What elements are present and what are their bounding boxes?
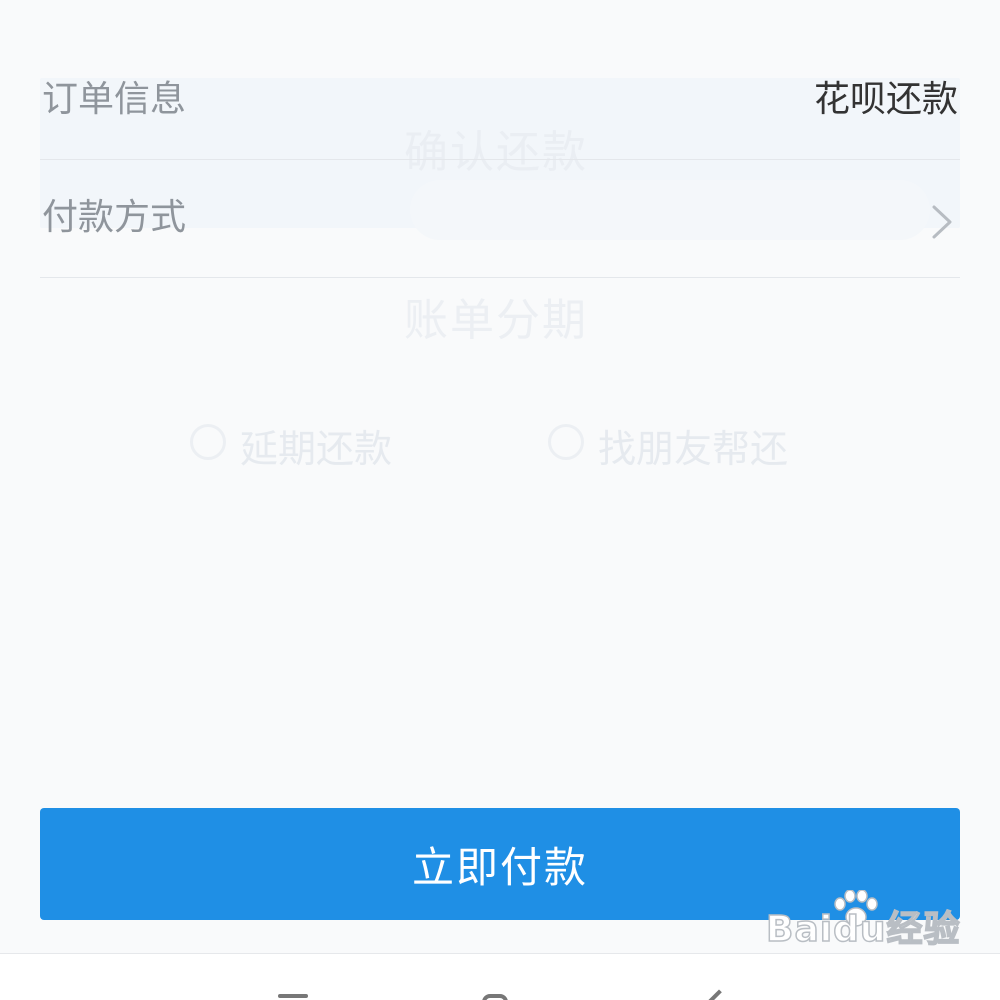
menu-button[interactable] bbox=[278, 994, 318, 1000]
chevron-right-icon bbox=[932, 205, 952, 239]
friend-icon bbox=[548, 424, 584, 460]
home-button[interactable] bbox=[482, 994, 522, 1000]
back-icon bbox=[703, 989, 735, 1000]
background-delay-repay-label: 延期还款 bbox=[240, 427, 393, 471]
payment-method-label: 付款方式 bbox=[42, 197, 187, 238]
background-friend-repay-label: 找朋友帮还 bbox=[598, 427, 789, 471]
order-info-label: 订单信息 bbox=[42, 79, 187, 120]
pay-now-button[interactable]: 立即付款 bbox=[40, 808, 960, 920]
menu-icon bbox=[278, 994, 308, 998]
order-info-row: 订单信息 花呗还款 bbox=[40, 42, 960, 160]
background-installment-label: 账单分期 bbox=[404, 295, 588, 346]
payment-method-row[interactable]: 付款方式 bbox=[40, 160, 960, 278]
order-info-value: 花呗还款 bbox=[813, 79, 958, 120]
payment-confirm-screen: 确认还款 账单分期 延期还款 找朋友帮还 订单信息 花呗还款 付款方式 立即付款… bbox=[0, 0, 1000, 1000]
home-icon bbox=[482, 994, 508, 1000]
system-navigation-bar bbox=[0, 953, 1000, 1000]
clock-icon bbox=[190, 424, 226, 460]
back-button[interactable] bbox=[700, 989, 740, 1000]
